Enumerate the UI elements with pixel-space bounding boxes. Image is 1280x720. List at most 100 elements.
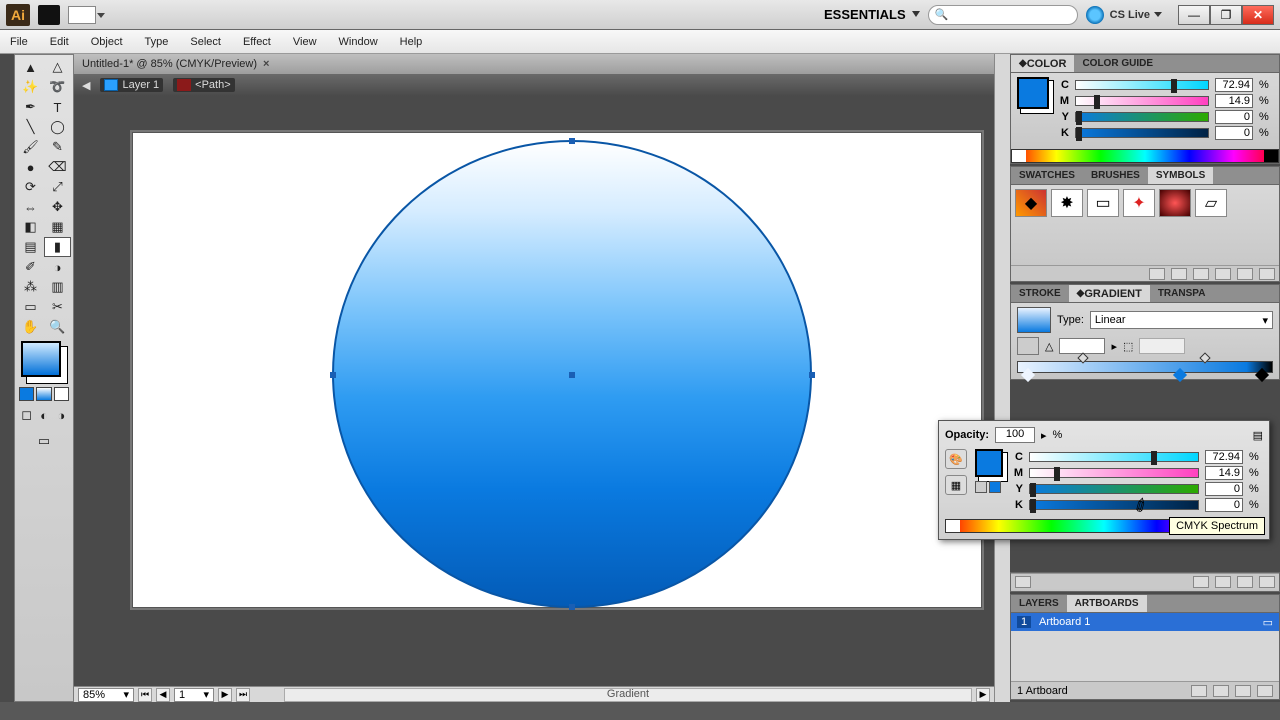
draw-inside-icon[interactable]: ◑ bbox=[54, 405, 69, 425]
rotate-tool-icon[interactable]: ⟳ bbox=[17, 177, 44, 197]
selection-tool-icon[interactable]: ▲ bbox=[17, 57, 44, 77]
flyout-m-slider[interactable] bbox=[1029, 468, 1199, 478]
flyout-y-value[interactable]: 0 bbox=[1205, 482, 1243, 496]
appearance-panel-collapsed[interactable] bbox=[1010, 572, 1280, 592]
ellipse-tool-icon[interactable]: ◯ bbox=[44, 117, 71, 137]
canvas[interactable] bbox=[74, 96, 994, 686]
none-mode-icon[interactable] bbox=[54, 387, 69, 401]
symbol-place-icon[interactable] bbox=[1171, 268, 1187, 280]
tab-color[interactable]: ◆ COLOR bbox=[1011, 55, 1074, 72]
symbol-label-icon[interactable]: ▭ bbox=[1087, 189, 1119, 217]
swatch-mode-icon[interactable]: ▦ bbox=[945, 475, 967, 495]
fill-stroke-swatch[interactable] bbox=[21, 341, 61, 377]
scroll-right-icon[interactable]: ▶ bbox=[976, 688, 990, 702]
workspace-switcher[interactable]: ESSENTIALS bbox=[818, 5, 920, 24]
tab-color-guide[interactable]: COLOR GUIDE bbox=[1074, 55, 1161, 72]
tab-transparency[interactable]: TRANSPA bbox=[1150, 285, 1214, 302]
lasso-tool-icon[interactable]: ➰ bbox=[44, 77, 71, 97]
pencil-tool-icon[interactable]: ✎ bbox=[44, 137, 71, 157]
menu-file[interactable]: File bbox=[10, 36, 28, 48]
pen-tool-icon[interactable]: ✒ bbox=[17, 97, 44, 117]
k-slider[interactable] bbox=[1075, 128, 1209, 138]
menu-type[interactable]: Type bbox=[145, 36, 169, 48]
flyout-k-slider[interactable] bbox=[1029, 500, 1199, 510]
prev-page-icon[interactable]: ◀ bbox=[156, 688, 170, 702]
paintbrush-tool-icon[interactable]: 🖌 bbox=[17, 137, 44, 157]
none-icon[interactable] bbox=[975, 481, 987, 493]
y-value[interactable]: 0 bbox=[1215, 110, 1253, 124]
breadcrumb-path[interactable]: <Path> bbox=[173, 78, 234, 92]
symbol-ribbon-icon[interactable]: ✦ bbox=[1123, 189, 1155, 217]
menu-object[interactable]: Object bbox=[91, 36, 123, 48]
hand-tool-icon[interactable]: ✋ bbox=[17, 317, 44, 337]
line-tool-icon[interactable]: ╲ bbox=[17, 117, 44, 137]
m-value[interactable]: 14.9 bbox=[1215, 94, 1253, 108]
anchor-handle[interactable] bbox=[569, 138, 575, 144]
color-mode-icon[interactable]: 🎨 bbox=[945, 449, 967, 469]
blob-brush-tool-icon[interactable]: ● bbox=[17, 157, 44, 177]
gradient-swatch[interactable] bbox=[1017, 307, 1051, 333]
tab-swatches[interactable]: SWATCHES bbox=[1011, 167, 1083, 184]
bridge-icon[interactable] bbox=[38, 5, 60, 25]
magic-wand-tool-icon[interactable]: ✨ bbox=[17, 77, 44, 97]
symbol-perspective-icon[interactable]: ▱ bbox=[1195, 189, 1227, 217]
tab-gradient[interactable]: ◆ GRADIENT bbox=[1069, 285, 1150, 302]
color-mode-icon[interactable] bbox=[19, 387, 34, 401]
screen-mode-icon[interactable]: ▭ bbox=[17, 431, 71, 451]
tab-stroke[interactable]: STROKE bbox=[1011, 285, 1069, 302]
flyout-k-value[interactable]: 0 bbox=[1205, 498, 1243, 512]
anchor-handle[interactable] bbox=[569, 604, 575, 610]
direct-selection-tool-icon[interactable]: △ bbox=[44, 57, 71, 77]
blend-tool-icon[interactable]: ◑ bbox=[44, 257, 71, 277]
anchor-handle[interactable] bbox=[809, 372, 815, 378]
symbol-sphere-icon[interactable] bbox=[1159, 189, 1191, 217]
panel-menu-icon[interactable]: ▤ bbox=[1253, 429, 1263, 442]
panel-icon[interactable] bbox=[1015, 576, 1031, 588]
tab-brushes[interactable]: BRUSHES bbox=[1083, 167, 1148, 184]
last-page-icon[interactable]: ⏭ bbox=[236, 688, 250, 702]
flyout-c-value[interactable]: 72.94 bbox=[1205, 450, 1243, 464]
trash-icon[interactable] bbox=[1259, 268, 1275, 280]
symbol-splat-icon[interactable]: ✸ bbox=[1051, 189, 1083, 217]
aspect-input[interactable] bbox=[1139, 338, 1185, 354]
c-slider[interactable] bbox=[1075, 80, 1209, 90]
mesh-tool-icon[interactable]: ▤ bbox=[17, 237, 44, 257]
tab-layers[interactable]: LAYERS bbox=[1011, 595, 1067, 612]
trash-icon[interactable] bbox=[1259, 576, 1275, 588]
m-slider[interactable] bbox=[1075, 96, 1209, 106]
symbol-sprayer-tool-icon[interactable]: ⁂ bbox=[17, 277, 44, 297]
color-picker-flyout[interactable]: Opacity: 100 ▸ % ▤ 🎨 ▦ C72.94% M14.9% Y0… bbox=[938, 420, 1270, 540]
menu-view[interactable]: View bbox=[293, 36, 317, 48]
slice-tool-icon[interactable]: ✂ bbox=[44, 297, 71, 317]
menu-help[interactable]: Help bbox=[400, 36, 423, 48]
fill-swatch[interactable] bbox=[1017, 77, 1049, 109]
symbol-options-icon[interactable] bbox=[1215, 268, 1231, 280]
new-icon[interactable] bbox=[1237, 576, 1253, 588]
solid-icon[interactable] bbox=[989, 481, 1001, 493]
gradient-type-dropdown[interactable]: Linear▾ bbox=[1090, 311, 1273, 329]
breadcrumb-back-icon[interactable]: ◀ bbox=[82, 79, 90, 92]
reverse-gradient-icon[interactable] bbox=[1017, 337, 1039, 355]
y-slider[interactable] bbox=[1075, 112, 1209, 122]
column-graph-tool-icon[interactable]: ▥ bbox=[44, 277, 71, 297]
panel-icon[interactable] bbox=[1215, 576, 1231, 588]
symbol-break-icon[interactable] bbox=[1193, 268, 1209, 280]
shape-builder-tool-icon[interactable]: ◧ bbox=[17, 217, 44, 237]
panel-icon[interactable] bbox=[1193, 576, 1209, 588]
layout-dropdown[interactable] bbox=[68, 6, 96, 24]
breadcrumb-layer[interactable]: Layer 1 bbox=[100, 78, 163, 92]
draw-normal-icon[interactable]: ◻ bbox=[19, 405, 34, 425]
draw-behind-icon[interactable]: ◐ bbox=[36, 405, 51, 425]
close-button[interactable]: ✕ bbox=[1242, 5, 1274, 25]
gradient-tool-icon[interactable]: ▮ bbox=[44, 237, 71, 257]
new-symbol-icon[interactable] bbox=[1237, 268, 1253, 280]
type-tool-icon[interactable]: T bbox=[44, 97, 71, 117]
center-handle[interactable] bbox=[569, 372, 575, 378]
flyout-m-value[interactable]: 14.9 bbox=[1205, 466, 1243, 480]
flyout-y-slider[interactable] bbox=[1029, 484, 1199, 494]
c-value[interactable]: 72.94 bbox=[1215, 78, 1253, 92]
perspective-tool-icon[interactable]: ▦ bbox=[44, 217, 71, 237]
anchor-handle[interactable] bbox=[330, 372, 336, 378]
width-tool-icon[interactable]: ⇔ bbox=[17, 197, 44, 217]
artboard-tool-icon[interactable]: ▭ bbox=[17, 297, 44, 317]
